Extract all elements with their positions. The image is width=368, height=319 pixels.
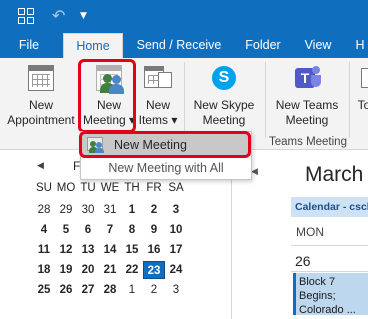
calendar-day[interactable]: 11 bbox=[33, 241, 55, 259]
title-bar: ↶ ▼ bbox=[0, 0, 368, 33]
calendar-day[interactable]: 17 bbox=[165, 241, 187, 259]
partial-ribbon-label: To bbox=[357, 98, 368, 112]
calendar-day[interactable]: 8 bbox=[121, 221, 143, 239]
calendar-day[interactable]: 9 bbox=[143, 221, 165, 239]
calendar-day[interactable]: 3 bbox=[165, 281, 187, 299]
calendar-day[interactable]: 26 bbox=[55, 281, 77, 299]
outlook-app-icon[interactable] bbox=[16, 6, 36, 26]
weekday-label: FR bbox=[146, 182, 162, 194]
divider bbox=[291, 245, 368, 246]
calendar-day[interactable]: 1 bbox=[121, 281, 143, 299]
weekday-label: TH bbox=[124, 182, 140, 194]
undo-icon[interactable]: ↶ bbox=[52, 6, 72, 26]
new-items-icon bbox=[142, 62, 174, 94]
new-skype-meeting-button[interactable]: S New Skype Meeting bbox=[188, 62, 260, 128]
calendar-day[interactable]: 10 bbox=[165, 221, 187, 239]
weekday-label: MO bbox=[56, 182, 76, 194]
new-skype-meeting-label-2: Meeting bbox=[202, 113, 246, 127]
highlight-new-meeting-menu-item bbox=[79, 131, 251, 158]
partial-ribbon-button[interactable]: To bbox=[354, 62, 368, 113]
date-label: 26 bbox=[295, 253, 311, 269]
calendar-day[interactable]: 30 bbox=[77, 201, 99, 219]
ribbon-separator bbox=[265, 62, 266, 138]
new-skype-meeting-label-1: New Skype bbox=[193, 98, 255, 112]
calendar-day[interactable]: 24 bbox=[165, 261, 187, 279]
tab-view[interactable]: View bbox=[296, 33, 340, 58]
calendar-day[interactable]: 22 bbox=[121, 261, 143, 279]
calendar-view: ◀ March 2 Calendar - csch MON 26 Block 7… bbox=[233, 151, 368, 319]
calendar-day[interactable]: 28 bbox=[99, 281, 121, 299]
new-teams-meeting-button[interactable]: T New Teams Meeting bbox=[270, 62, 344, 128]
calendar-day[interactable]: 13 bbox=[77, 241, 99, 259]
calendar-day[interactable]: 21 bbox=[99, 261, 121, 279]
tab-send-receive[interactable]: Send / Receive bbox=[130, 33, 228, 58]
new-items-button[interactable]: New Items ▾ bbox=[138, 62, 178, 128]
new-items-label-1: New bbox=[145, 98, 170, 112]
calendar-icon bbox=[25, 62, 57, 94]
tab-file[interactable]: File bbox=[6, 33, 52, 58]
calendar-day[interactable]: 5 bbox=[55, 221, 77, 239]
new-appointment-label-1: New bbox=[28, 98, 53, 112]
calendar-day[interactable]: 29 bbox=[55, 201, 77, 219]
event-line-1: Block 7 bbox=[299, 276, 336, 288]
calendar-day[interactable]: 28 bbox=[33, 201, 55, 219]
calendar-day[interactable]: 12 bbox=[55, 241, 77, 259]
day-column: Calendar - csch MON 26 Block 7 Begins; C… bbox=[291, 197, 368, 319]
calendar-day[interactable]: 6 bbox=[77, 221, 99, 239]
highlight-new-meeting-button bbox=[78, 59, 136, 133]
new-items-label-2: Items ▾ bbox=[138, 113, 178, 127]
tab-help-partial[interactable]: H bbox=[350, 33, 368, 58]
calendar-day[interactable]: 31 bbox=[99, 201, 121, 219]
month-title: March 2 bbox=[305, 163, 368, 186]
calendar-day[interactable]: 2 bbox=[143, 281, 165, 299]
calendar-day[interactable]: 3 bbox=[165, 201, 187, 219]
calendar-column-header[interactable]: Calendar - csch bbox=[291, 197, 368, 217]
calendar-day[interactable]: 18 bbox=[33, 261, 55, 279]
weekday-label: WE bbox=[100, 182, 120, 194]
new-appointment-label-2: Appointment bbox=[7, 113, 75, 127]
calendar-event[interactable]: Block 7 Begins; Colorado ... bbox=[293, 273, 368, 315]
new-teams-meeting-label-2: Meeting bbox=[285, 113, 329, 127]
quick-access-dropdown-icon[interactable]: ▼ bbox=[80, 6, 100, 26]
calendar-day[interactable]: 27 bbox=[77, 281, 99, 299]
weekday-label: SU bbox=[36, 182, 52, 194]
ribbon-tabs: File Home Send / Receive Folder View H bbox=[0, 33, 368, 58]
calendar-day[interactable]: 19 bbox=[55, 261, 77, 279]
menu-item-new-meeting-with-all[interactable]: New Meeting with All bbox=[81, 157, 251, 179]
event-line-3: Colorado ... bbox=[299, 304, 356, 315]
new-appointment-button[interactable]: New Appointment bbox=[4, 62, 78, 128]
partial-ribbon-icon bbox=[357, 62, 368, 94]
calendar-day[interactable]: 1 bbox=[121, 201, 143, 219]
calendar-day[interactable]: 20 bbox=[77, 261, 99, 279]
calendar-day[interactable]: 23 bbox=[143, 261, 165, 279]
ribbon-separator bbox=[184, 62, 185, 138]
ribbon-separator bbox=[349, 62, 350, 138]
weekday-label: TU bbox=[80, 182, 96, 194]
teams-icon: T bbox=[291, 62, 323, 94]
menu-item-new-meeting-with-all-label: New Meeting with All bbox=[108, 161, 224, 175]
weekday-label: MON bbox=[296, 225, 324, 239]
event-line-2: Begins; bbox=[299, 290, 336, 302]
calendar-day[interactable]: 7 bbox=[99, 221, 121, 239]
teams-group-label: Teams Meeting bbox=[269, 136, 347, 148]
new-teams-meeting-label-1: New Teams bbox=[275, 98, 339, 112]
tab-folder[interactable]: Folder bbox=[238, 33, 288, 58]
calendar-day[interactable]: 16 bbox=[143, 241, 165, 259]
calendar-day[interactable]: 14 bbox=[99, 241, 121, 259]
calendar-day[interactable]: 25 bbox=[33, 281, 55, 299]
calendar-day[interactable]: 4 bbox=[33, 221, 55, 239]
mini-calendar-prev-icon[interactable]: ◀ bbox=[37, 161, 44, 171]
calendar-day[interactable]: 2 bbox=[143, 201, 165, 219]
calendar-day[interactable]: 15 bbox=[121, 241, 143, 259]
weekday-label: SA bbox=[168, 182, 184, 194]
divider bbox=[291, 271, 368, 272]
skype-icon: S bbox=[208, 62, 240, 94]
tab-home[interactable]: Home bbox=[63, 33, 123, 58]
calendar-prev-icon[interactable]: ◀ bbox=[251, 167, 258, 177]
